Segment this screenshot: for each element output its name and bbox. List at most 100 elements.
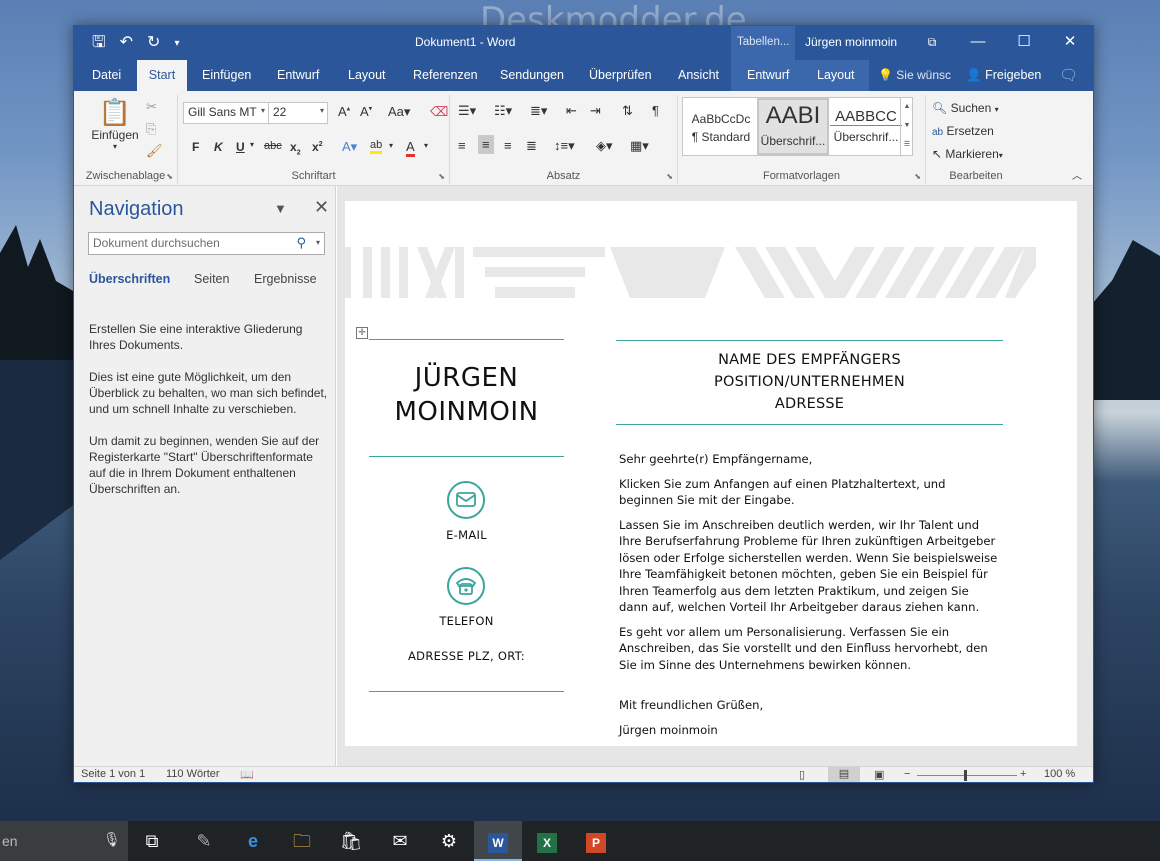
print-layout-icon[interactable]: ▤ — [828, 767, 860, 782]
redo-icon[interactable]: ↻ — [147, 34, 160, 54]
numbering-icon[interactable]: ☷▾ — [494, 103, 512, 119]
tell-me-box[interactable]: 💡 Sie wünsc — [878, 68, 951, 82]
paste-button[interactable]: 📋 Einfügen ▾ — [90, 97, 140, 151]
highlight-icon[interactable]: ab — [370, 139, 383, 154]
zoom-level[interactable]: 100 % — [1044, 768, 1075, 780]
grow-font-icon[interactable]: A▴ — [338, 104, 350, 119]
search-icon[interactable]: ⚲ — [296, 235, 306, 251]
maximize-button[interactable]: ☐ — [1001, 26, 1047, 60]
tab-entwurf[interactable]: Entwurf — [275, 60, 321, 91]
tab-ergebnisse[interactable]: Ergebnisse — [254, 272, 317, 286]
tab-ueberschriften[interactable]: Überschriften — [89, 272, 170, 286]
paste-dropdown-icon[interactable]: ▾ — [90, 142, 140, 151]
powerpoint-taskbar-icon[interactable]: P — [572, 821, 620, 861]
phone-label[interactable]: TELEFON — [369, 614, 564, 628]
navigation-options-icon[interactable]: ▼ — [274, 201, 287, 216]
styles-launcher-icon[interactable]: ⬊ — [914, 172, 921, 181]
styles-more-icon[interactable]: ☰ — [901, 135, 913, 154]
comment-icon[interactable]: 🗨 — [1059, 66, 1078, 84]
word-count[interactable]: 110 Wörter — [166, 768, 220, 780]
copy-icon[interactable]: ⎘ — [146, 121, 156, 137]
zoom-slider-track[interactable] — [917, 775, 1017, 776]
tab-seiten[interactable]: Seiten — [194, 272, 229, 286]
minimize-button[interactable]: — — [955, 26, 1001, 60]
read-mode-icon[interactable]: ▯ — [799, 768, 805, 781]
tab-table-entwurf[interactable]: Entwurf — [745, 60, 791, 91]
find-button[interactable]: 🔍︎ Suchen ▾ — [932, 101, 999, 115]
bullets-icon[interactable]: ☰▾ — [458, 103, 476, 119]
applicant-name[interactable]: JÜRGEN MOINMOIN — [369, 361, 564, 429]
tab-table-layout[interactable]: Layout — [815, 60, 857, 91]
web-layout-icon[interactable]: ▣ — [874, 768, 884, 781]
mail-icon[interactable]: ✉ — [376, 821, 424, 861]
select-button[interactable]: ↖ Markieren▾ — [932, 147, 1003, 161]
line-spacing-icon[interactable]: ↕≡▾ — [554, 138, 575, 154]
borders-icon[interactable]: ▦▾ — [630, 138, 649, 154]
underline-icon[interactable]: U — [236, 140, 245, 154]
style-standard[interactable]: AaBbCcDc ¶ Standard — [685, 98, 757, 155]
address-label[interactable]: ADRESSE PLZ, ORT: — [369, 649, 564, 663]
navigation-close-icon[interactable]: ✕ — [314, 197, 329, 218]
zoom-out-icon[interactable]: − — [904, 768, 910, 780]
tab-datei[interactable]: Datei — [90, 60, 123, 91]
pen-workspace-icon[interactable]: ✎ — [180, 821, 228, 861]
font-color-dropdown-icon[interactable]: ▾ — [424, 141, 428, 150]
task-view-icon[interactable]: ⧉ — [128, 821, 176, 861]
tab-start[interactable]: Start — [137, 60, 187, 91]
strikethrough-icon[interactable]: abc — [264, 140, 282, 152]
format-painter-icon[interactable]: 🖌 — [146, 143, 163, 159]
document-page[interactable]: ✛ JÜRGEN MOINMOIN E-MAIL TELEFON ADRESSE… — [345, 201, 1077, 746]
text-effects-icon[interactable]: A▾ — [342, 139, 357, 155]
zoom-slider-thumb[interactable] — [964, 770, 967, 781]
clear-formatting-icon[interactable]: ⌫ — [430, 104, 448, 120]
font-color-icon[interactable]: A — [406, 139, 415, 157]
font-name-combo[interactable]: Gill Sans MT ▾ — [183, 102, 269, 124]
customize-qat-icon[interactable]: ▾ — [174, 34, 179, 54]
file-explorer-icon[interactable]: 🗀 — [278, 821, 326, 861]
align-right-icon[interactable]: ≡ — [504, 138, 512, 153]
navigation-search-input[interactable]: Dokument durchsuchen ⚲ ▾ — [88, 232, 325, 255]
shrink-font-icon[interactable]: A▾ — [360, 104, 372, 119]
align-center-icon[interactable]: ≡ — [478, 135, 494, 154]
share-button[interactable]: 👤 Freigeben — [966, 68, 1041, 83]
replace-button[interactable]: ab Ersetzen — [932, 124, 994, 138]
edge-icon[interactable]: e — [229, 821, 277, 861]
letter-body[interactable]: Sehr geehrte(r) Empfängername, Klicken S… — [619, 451, 1001, 746]
page-count[interactable]: Seite 1 von 1 — [81, 768, 145, 780]
underline-dropdown-icon[interactable]: ▾ — [250, 140, 254, 149]
ribbon-display-options-icon[interactable]: ⧉ — [909, 26, 955, 60]
decrease-indent-icon[interactable]: ⇤ — [566, 103, 577, 119]
style-heading1[interactable]: AABI Überschrif... — [757, 98, 829, 155]
tab-einfuegen[interactable]: Einfügen — [200, 60, 253, 91]
tab-sendungen[interactable]: Sendungen — [498, 60, 566, 91]
table-move-handle-icon[interactable]: ✛ — [356, 327, 368, 339]
tab-ansicht[interactable]: Ansicht — [676, 60, 721, 91]
change-case-icon[interactable]: Aa▾ — [388, 104, 410, 120]
tab-ueberpruefen[interactable]: Überprüfen — [587, 60, 654, 91]
email-label[interactable]: E-MAIL — [369, 528, 564, 542]
style-heading2[interactable]: AABBCC Überschrif... — [830, 98, 902, 155]
sort-icon[interactable]: ⇅ — [622, 103, 633, 119]
align-left-icon[interactable]: ≡ — [458, 138, 466, 153]
collapse-ribbon-icon[interactable]: ︿ — [1072, 167, 1082, 182]
word-taskbar-icon[interactable]: W — [474, 821, 522, 861]
paragraph-launcher-icon[interactable]: ⬊ — [666, 172, 673, 181]
font-size-combo[interactable]: 22 ▾ — [268, 102, 328, 124]
show-formatting-icon[interactable]: ¶ — [652, 103, 659, 118]
tab-layout[interactable]: Layout — [346, 60, 388, 91]
recipient-block[interactable]: NAME DES EMPFÄNGERS POSITION/UNTERNEHMEN… — [616, 349, 1003, 415]
close-button[interactable]: ✕ — [1047, 26, 1093, 60]
subscript-icon[interactable]: x2 — [290, 140, 301, 156]
font-launcher-icon[interactable]: ⬊ — [438, 172, 445, 181]
store-icon[interactable]: 🛍︎ — [327, 821, 375, 861]
microphone-icon[interactable]: 🎙︎ — [103, 831, 121, 848]
multilevel-list-icon[interactable]: ≣▾ — [530, 103, 547, 119]
increase-indent-icon[interactable]: ⇥ — [590, 103, 601, 119]
zoom-in-icon[interactable]: + — [1020, 768, 1026, 780]
highlight-dropdown-icon[interactable]: ▾ — [389, 141, 393, 150]
save-icon[interactable]: 🖫 — [92, 34, 106, 54]
search-dropdown-icon[interactable]: ▾ — [316, 238, 320, 247]
tab-referenzen[interactable]: Referenzen — [411, 60, 480, 91]
clipboard-launcher-icon[interactable]: ⬊ — [166, 172, 173, 181]
cut-icon[interactable]: ✂ — [146, 99, 157, 115]
